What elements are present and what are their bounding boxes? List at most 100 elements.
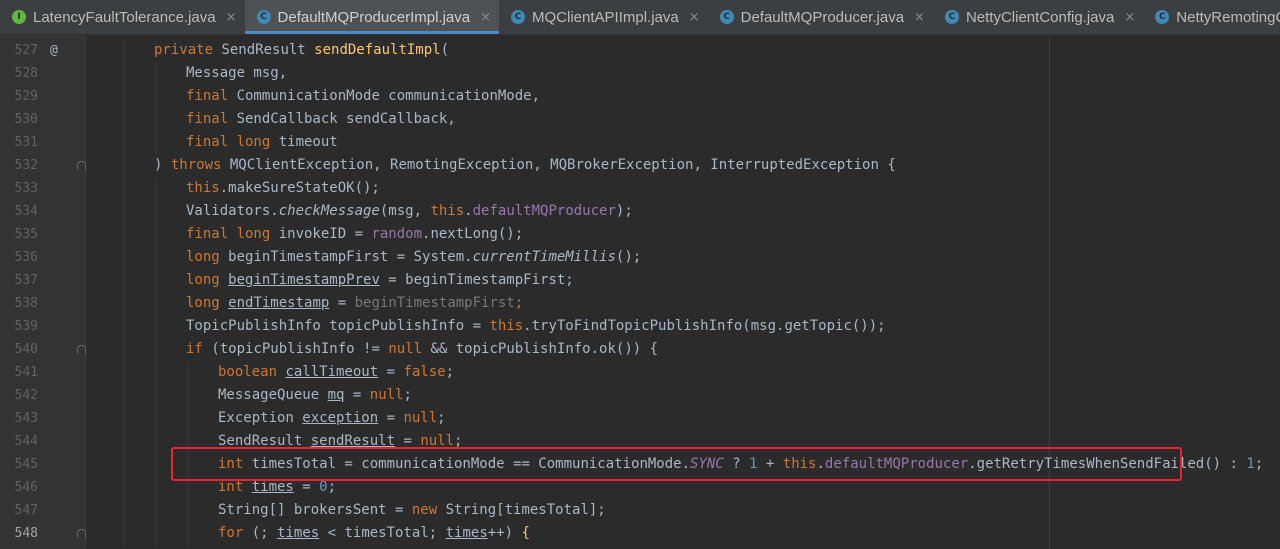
editor-tab-bar: I LatencyFaultTolerance.java × C DefaultMQPr…	[0, 0, 1280, 35]
code-token: =	[378, 364, 404, 380]
code-text: Validators.checkMessage(msg, this.defaul…	[186, 200, 633, 223]
editor-tab[interactable]: C DefaultMQProducerImpl.java ×	[244, 0, 500, 34]
code-token: = beginTimestampFirst;	[379, 272, 574, 288]
line-number: 539	[14, 319, 38, 334]
code-line: 535 final long invokeID = random.nextLong…	[0, 223, 1280, 246]
code-token: SendResult	[221, 42, 315, 58]
code-token: checkMessage	[278, 203, 380, 219]
close-icon[interactable]: ×	[480, 10, 491, 25]
line-number: 538	[14, 296, 38, 311]
code-token: TopicPublishInfo topicPublishInfo =	[186, 318, 490, 334]
code-token: for	[218, 525, 252, 541]
close-icon[interactable]: ×	[226, 10, 237, 25]
editor-tab[interactable]: C DefaultMQProducer.java ×	[708, 0, 933, 34]
line-number: 540	[14, 342, 38, 357]
editor-tab[interactable]: I LatencyFaultTolerance.java ×	[0, 0, 245, 34]
line-number: 535	[14, 227, 38, 242]
code-text: String[] brokersSent = new String[timesT…	[218, 499, 606, 522]
fold-toggle-icon[interactable]	[77, 161, 86, 170]
override-marker-icon[interactable]: @	[50, 39, 58, 62]
line-number: 543	[14, 411, 38, 426]
code-token: times	[445, 525, 488, 541]
code-token: endTimestamp	[228, 295, 330, 311]
code-text: Exception exception = null;	[218, 407, 446, 430]
code-token: int	[218, 479, 252, 495]
code-token: ;	[437, 410, 446, 426]
code-token: long	[186, 249, 229, 265]
code-token: )	[154, 157, 171, 173]
code-token: throws	[170, 157, 230, 173]
code-token: ();	[615, 249, 642, 265]
code-token: =	[329, 295, 355, 311]
code-token: .makeSureStateOK();	[219, 180, 380, 196]
code-token: (msg,	[379, 203, 431, 219]
tab-label: MQClientAPIImpl.java	[532, 8, 679, 26]
code-text: ) throws MQClientException, RemotingExce…	[154, 154, 896, 177]
tab-label: NettyRemotingClient.java	[1176, 8, 1280, 26]
code-token: defaultMQProducer	[472, 203, 616, 219]
code-token: < timesTotal;	[319, 525, 446, 541]
code-token: String[timesTotal];	[445, 502, 606, 518]
code-token: final long	[186, 226, 279, 242]
code-line: 527 @ private SendResult sendDefaultImpl(	[0, 39, 1280, 62]
code-token: null	[388, 341, 431, 357]
editor-tab[interactable]: C NettyClientConfig.java ×	[933, 0, 1143, 34]
code-text: Message msg,	[186, 62, 287, 85]
code-token: final	[186, 88, 237, 104]
class-file-icon: C	[1155, 10, 1170, 24]
line-number: 544	[14, 434, 38, 449]
line-number: 534	[14, 204, 38, 219]
code-token: MQClientException, RemotingException, MQ…	[229, 157, 896, 173]
line-number: 527	[14, 43, 38, 58]
line-number: 533	[14, 181, 38, 196]
code-text: final long invokeID = random.nextLong();	[186, 223, 523, 246]
tab-label: NettyClientConfig.java	[965, 8, 1115, 26]
tab-label: DefaultMQProducerImpl.java	[277, 8, 471, 26]
code-token: (topicPublishInfo !=	[211, 341, 389, 357]
code-token: Message msg,	[186, 65, 288, 81]
code-token: if	[186, 341, 212, 357]
code-token: final long	[186, 134, 279, 150]
code-token: MessageQueue	[218, 387, 328, 403]
editor-tab[interactable]: C MQClientAPIImpl.java ×	[499, 0, 708, 34]
code-token: long	[186, 295, 229, 311]
close-icon[interactable]: ×	[1124, 10, 1135, 25]
code-text: for (; times < timesTotal; times++) {	[218, 522, 530, 545]
code-line: 541 boolean callTimeout = false;	[0, 361, 1280, 384]
close-icon[interactable]: ×	[914, 10, 925, 25]
code-text: final long timeout	[186, 131, 338, 154]
editor-tab[interactable]: C NettyRemotingClient.java	[1143, 0, 1280, 34]
code-line: 547 String[] brokersSent = new String[tim…	[0, 499, 1280, 522]
code-token: Exception	[218, 410, 303, 426]
line-number: 548	[14, 526, 38, 541]
code-token: beginTimestampPrev	[228, 272, 380, 288]
tab-label: LatencyFaultTolerance.java	[33, 8, 216, 26]
fold-toggle-icon[interactable]	[77, 529, 86, 538]
close-icon[interactable]: ×	[689, 10, 700, 25]
line-number: 536	[14, 250, 38, 265]
code-token: mq	[327, 387, 345, 403]
line-number: 542	[14, 388, 38, 403]
code-text: long endTimestamp = beginTimestampFirst;	[186, 292, 523, 315]
fold-toggle-icon[interactable]	[77, 345, 86, 354]
class-file-icon: C	[511, 10, 525, 24]
class-file-icon: C	[719, 10, 734, 24]
code-token: .nextLong();	[422, 226, 524, 242]
tab-label: DefaultMQProducer.java	[740, 8, 905, 26]
line-number: 529	[14, 89, 38, 104]
code-text: TopicPublishInfo topicPublishInfo = this…	[186, 315, 886, 338]
code-token: =	[378, 410, 404, 426]
code-token: this	[186, 180, 220, 196]
code-token: (	[440, 42, 450, 58]
code-token: String[] brokersSent =	[218, 502, 412, 518]
code-token: null	[403, 410, 438, 426]
code-token: random	[371, 226, 423, 242]
code-token: timeout	[278, 134, 338, 150]
code-token: =	[344, 387, 370, 403]
code-text: long beginTimestampFirst = System.curren…	[186, 246, 641, 269]
code-line: 540 if (topicPublishInfo != null && topic…	[0, 338, 1280, 361]
code-text: final CommunicationMode communicationMod…	[186, 85, 540, 108]
code-token: 0	[319, 479, 328, 495]
code-token: 1	[1246, 456, 1255, 472]
code-token: currentTimeMillis	[472, 249, 616, 265]
